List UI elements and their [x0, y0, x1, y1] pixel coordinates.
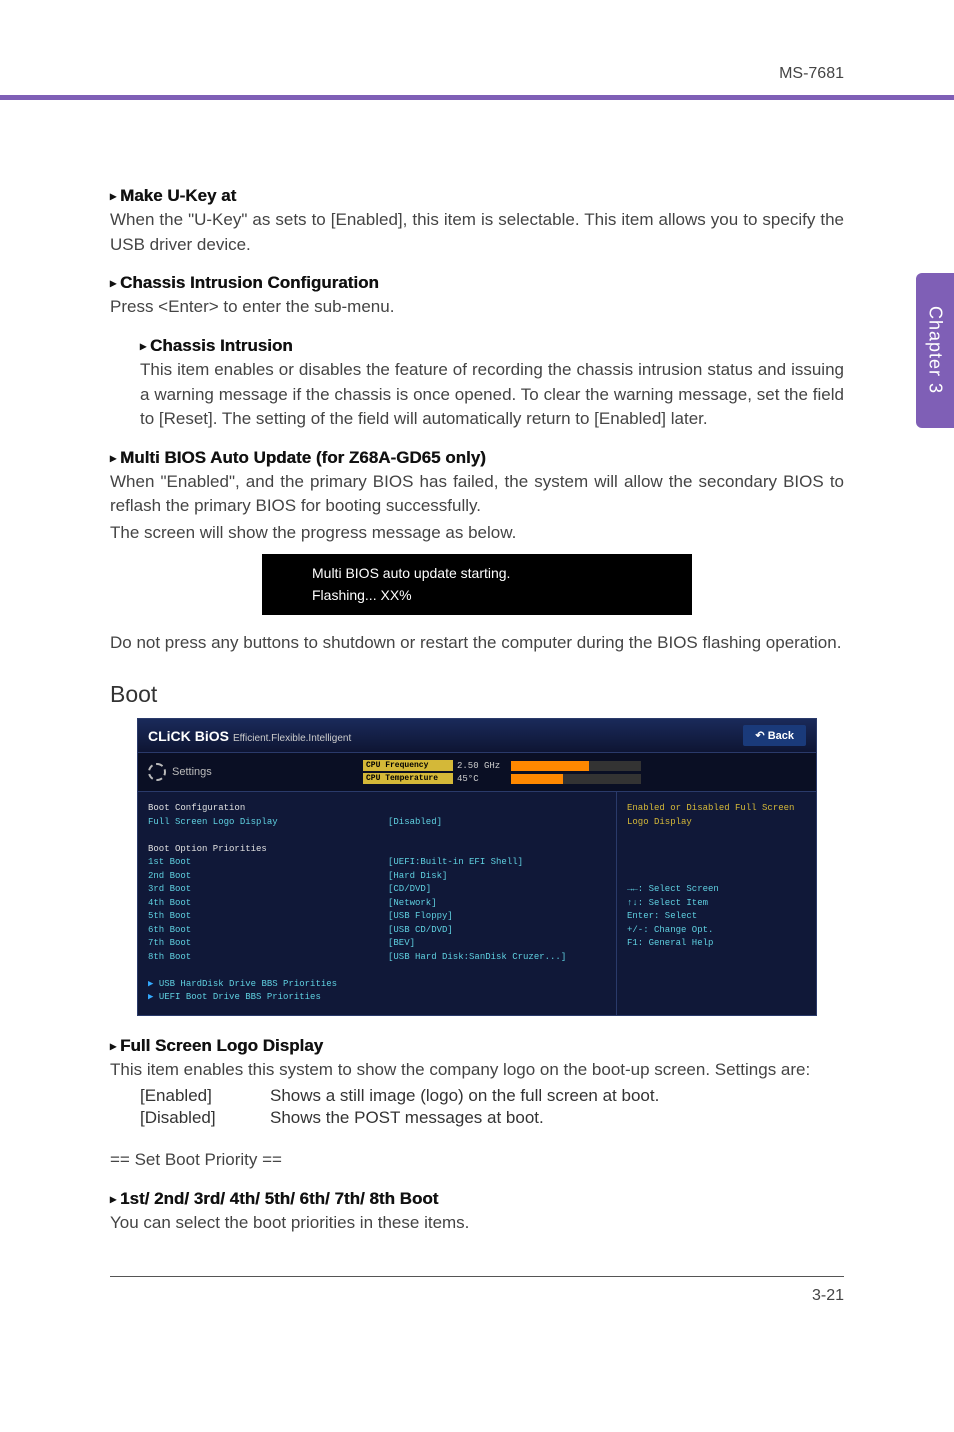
bios-5th-boot-value: [USB Floppy] [388, 910, 453, 924]
chapter-tab: Chapter 3 [916, 273, 954, 428]
brand-part-2: BiOS [195, 728, 229, 744]
bios-1st-boot[interactable]: 1st Boot [148, 856, 388, 870]
body-chassis-config: Press <Enter> to enter the sub-menu. [110, 295, 844, 320]
heading-multi-bios: Multi BIOS Auto Update (for Z68A-GD65 on… [110, 448, 844, 468]
bios-3rd-boot-value: [CD/DVD] [388, 883, 431, 897]
bios-6th-boot-value: [USB CD/DVD] [388, 924, 453, 938]
option-enabled-value: Shows a still image (logo) on the full s… [270, 1086, 659, 1106]
bios-5th-boot[interactable]: 5th Boot [148, 910, 388, 924]
heading-boot-order: 1st/ 2nd/ 3rd/ 4th/ 5th/ 6th/ 7th/ 8th B… [110, 1189, 844, 1209]
bios-boot-config-label: Boot Configuration [148, 802, 606, 816]
cpu-freq-row: CPU Frequency 2.50 GHz [363, 760, 811, 771]
bios-screenshot: CLiCKBiOS Efficient.Flexible.Intelligent… [137, 718, 817, 1016]
body-multi-bios-2: The screen will show the progress messag… [110, 521, 844, 546]
option-disabled-key: [Disabled] [140, 1108, 270, 1128]
bios-2nd-boot-value: [Hard Disk] [388, 870, 447, 884]
bios-8th-boot-value: [USB Hard Disk:SanDisk Cruzer...] [388, 951, 566, 965]
header-code: MS-7681 [779, 65, 844, 83]
bios-settings-tab[interactable]: Settings [138, 753, 358, 791]
heading-chassis-intrusion: Chassis Intrusion [140, 336, 844, 356]
bios-console: Multi BIOS auto update starting. Flashin… [262, 554, 692, 615]
cpu-temp-label: CPU Temperature [363, 773, 453, 784]
triangle-icon: ▶ [148, 992, 159, 1002]
footer-divider [110, 1276, 844, 1277]
bios-4th-boot[interactable]: 4th Boot [148, 897, 388, 911]
cpu-freq-bar [511, 761, 641, 771]
body-chassis-intrusion: This item enables or disables the featur… [140, 358, 844, 432]
bios-usb-hdd-priorities[interactable]: USB HardDisk Drive BBS Priorities [159, 979, 337, 989]
brand-part-1: CLiCK [148, 728, 191, 744]
bios-back-button[interactable]: Back [743, 725, 806, 746]
heading-chassis-config: Chassis Intrusion Configuration [110, 273, 844, 293]
console-line-1: Multi BIOS auto update starting. [312, 562, 642, 584]
option-disabled-row: [Disabled] Shows the POST messages at bo… [140, 1108, 844, 1128]
cpu-freq-value: 2.50 GHz [457, 761, 507, 771]
heading-make-ukey: Make U-Key at [110, 186, 844, 206]
boot-section-title: Boot [110, 681, 844, 708]
bios-key-hint: F1: General Help [627, 937, 806, 951]
bios-key-hint: →←: Select Screen [627, 883, 806, 897]
heading-full-screen-logo: Full Screen Logo Display [110, 1036, 844, 1056]
bios-key-hint: Enter: Select [627, 910, 806, 924]
triangle-icon: ▶ [148, 979, 159, 989]
bios-logo-value: [Disabled] [388, 816, 442, 830]
bios-1st-boot-value: [UEFI:Built-in EFI Shell] [388, 856, 523, 870]
bios-logo-item[interactable]: Full Screen Logo Display [148, 816, 388, 830]
body-multi-bios-1: When "Enabled", and the primary BIOS has… [110, 470, 844, 519]
header-divider [0, 95, 954, 100]
bios-8th-boot[interactable]: 8th Boot [148, 951, 388, 965]
console-line-2: Flashing... XX% [312, 584, 642, 606]
cpu-temp-row: CPU Temperature 45°C [363, 773, 811, 784]
bios-4th-boot-value: [Network] [388, 897, 437, 911]
bios-help-text: Enabled or Disabled Full Screen Logo Dis… [627, 802, 806, 829]
gear-icon [148, 763, 166, 781]
page-number: 3-21 [0, 1287, 954, 1305]
body-boot-order: You can select the boot priorities in th… [110, 1211, 844, 1236]
bios-7th-boot-value: [BEV] [388, 937, 415, 951]
bios-uefi-boot-priorities[interactable]: UEFI Boot Drive BBS Priorities [159, 992, 321, 1002]
body-multi-bios-3: Do not press any buttons to shutdown or … [110, 631, 844, 656]
bios-7th-boot[interactable]: 7th Boot [148, 937, 388, 951]
chapter-tab-label: Chapter 3 [925, 306, 946, 394]
bios-key-hint: ↑↓: Select Item [627, 897, 806, 911]
bios-3rd-boot[interactable]: 3rd Boot [148, 883, 388, 897]
bios-boot-priorities-label: Boot Option Priorities [148, 843, 606, 857]
option-disabled-value: Shows the POST messages at boot. [270, 1108, 544, 1128]
option-enabled-row: [Enabled] Shows a still image (logo) on … [140, 1086, 844, 1106]
cpu-temp-value: 45°C [457, 774, 507, 784]
bios-2nd-boot[interactable]: 2nd Boot [148, 870, 388, 884]
body-make-ukey: When the "U-Key" as sets to [Enabled], t… [110, 208, 844, 257]
body-full-screen-logo: This item enables this system to show th… [110, 1058, 844, 1083]
brand-tagline: Efficient.Flexible.Intelligent [233, 733, 351, 744]
bios-key-hint: +/-: Change Opt. [627, 924, 806, 938]
bios-brand: CLiCKBiOS Efficient.Flexible.Intelligent [148, 728, 351, 744]
set-boot-priority-label: == Set Boot Priority == [110, 1148, 844, 1173]
option-enabled-key: [Enabled] [140, 1086, 270, 1106]
cpu-freq-label: CPU Frequency [363, 760, 453, 771]
settings-label: Settings [172, 766, 212, 778]
cpu-temp-bar [511, 774, 641, 784]
bios-6th-boot[interactable]: 6th Boot [148, 924, 388, 938]
